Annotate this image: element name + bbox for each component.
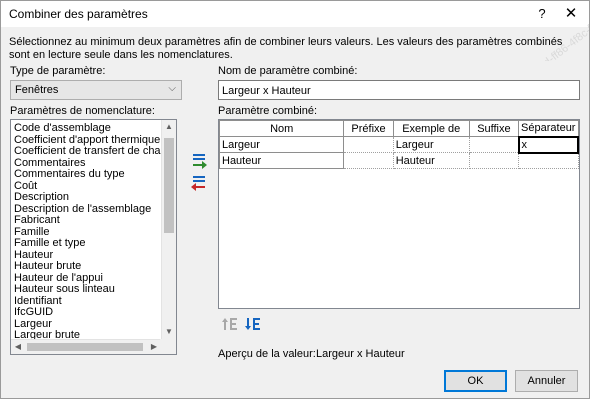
combine-parameters-dialog: Combiner des paramètres ? ✕ ff6e5bd-ff86… (0, 0, 590, 399)
list-item[interactable]: Hauteur de l'appui (14, 273, 162, 285)
cell-prefixe[interactable] (343, 136, 394, 153)
move-down-button[interactable] (244, 316, 262, 332)
list-item[interactable]: Description de l'assemblage (14, 204, 162, 216)
list-item[interactable]: Famille (14, 227, 162, 239)
cell-exemple: Hauteur (392, 152, 470, 169)
schedule-params-list[interactable]: Code d'assemblage Coefficient d'apport th… (10, 119, 177, 355)
list-item[interactable]: Code d'assemblage (14, 123, 162, 135)
list-item[interactable]: Description (14, 192, 162, 204)
scroll-up-icon[interactable]: ▲ (162, 120, 176, 134)
column-header-nom[interactable]: Nom (218, 120, 345, 137)
list-item[interactable]: Commentaires (14, 158, 162, 170)
table-row[interactable]: Hauteur Hauteur (218, 152, 579, 169)
cell-separateur[interactable]: x (517, 135, 580, 154)
move-down-icon (245, 318, 260, 330)
scroll-thumb[interactable] (164, 138, 174, 233)
list-item[interactable]: Famille et type (14, 238, 162, 250)
horizontal-scrollbar[interactable]: ◀ ▶ (11, 339, 161, 354)
combined-name-field-wrap (218, 80, 580, 100)
preview-label: Aperçu de la valeur: (218, 348, 316, 360)
table-header-row: Nom Préfixe Exemple de Suffixe Séparateu… (218, 120, 579, 137)
cancel-button[interactable]: Annuler (515, 370, 578, 392)
vertical-scrollbar[interactable]: ▲ ▼ (161, 120, 176, 339)
move-up-button[interactable] (221, 316, 239, 332)
combined-param-table: Nom Préfixe Exemple de Suffixe Séparateu… (218, 120, 580, 169)
cell-suffixe[interactable] (468, 136, 520, 153)
column-header-separateur[interactable]: Séparateur (518, 120, 579, 137)
remove-param-arrow-icon (191, 176, 205, 191)
combined-name-label: Nom de paramètre combiné: (218, 65, 358, 77)
list-item[interactable]: Coefficient de transfert de chaleur (U) (14, 146, 162, 158)
title-bar: Combiner des paramètres ? ✕ (1, 1, 589, 27)
intro-text: Sélectionnez au minimum deux paramètres … (9, 36, 563, 61)
combined-param-label: Paramètre combiné: (218, 105, 318, 117)
param-type-dropdown[interactable]: Fenêtres ⌵ (10, 80, 182, 100)
cell-separateur[interactable] (518, 152, 579, 169)
column-header-exemple[interactable]: Exemple de (392, 120, 470, 137)
cell-exemple: Largeur (392, 136, 470, 153)
column-header-prefixe[interactable]: Préfixe (343, 120, 394, 137)
column-header-suffixe[interactable]: Suffixe (468, 120, 520, 137)
combined-name-input[interactable] (222, 83, 572, 98)
cell-suffixe[interactable] (468, 152, 520, 169)
list-item[interactable]: Coefficient d'apport thermique solaire (14, 135, 162, 147)
add-param-arrow-icon (193, 154, 207, 169)
scroll-thumb-horizontal[interactable] (27, 343, 143, 351)
combined-param-grid: Nom Préfixe Exemple de Suffixe Séparateu… (218, 119, 580, 309)
add-param-button[interactable] (190, 152, 208, 170)
list-item[interactable]: Fabricant (14, 215, 162, 227)
schedule-params-items: Code d'assemblage Coefficient d'apport th… (14, 123, 162, 353)
list-item[interactable]: Hauteur sous linteau (14, 284, 162, 296)
table-row[interactable]: Largeur Largeur x (218, 135, 580, 154)
param-type-value: Fenêtres (15, 84, 59, 96)
list-item[interactable]: Identifiant (14, 296, 162, 308)
help-button[interactable]: ? (531, 4, 553, 24)
remove-param-button[interactable] (190, 174, 208, 192)
scroll-right-icon[interactable]: ▶ (147, 340, 161, 354)
chevron-down-icon: ⌵ (168, 83, 176, 94)
schedule-params-label: Paramètres de nomenclature: (10, 105, 155, 117)
scroll-left-icon[interactable]: ◀ (11, 340, 25, 354)
cell-nom[interactable]: Hauteur (218, 152, 345, 169)
list-item[interactable]: Hauteur brute (14, 261, 162, 273)
param-type-label: Type de paramètre: (10, 65, 106, 77)
list-item[interactable]: Hauteur (14, 250, 162, 262)
cell-prefixe[interactable] (343, 152, 394, 169)
scroll-corner (160, 339, 176, 354)
ok-button[interactable]: OK (444, 370, 507, 392)
scroll-down-icon[interactable]: ▼ (162, 325, 176, 339)
list-item[interactable]: Coût (14, 181, 162, 193)
cell-nom[interactable]: Largeur (218, 136, 345, 153)
preview-value: Largeur x Hauteur (316, 348, 405, 360)
list-item[interactable]: IfcGUID (14, 307, 162, 319)
close-button[interactable]: ✕ (559, 4, 583, 24)
dialog-title: Combiner des paramètres (9, 7, 148, 21)
list-item[interactable]: Commentaires du type (14, 169, 162, 181)
move-up-icon (222, 318, 237, 330)
list-item[interactable]: Largeur (14, 319, 162, 331)
